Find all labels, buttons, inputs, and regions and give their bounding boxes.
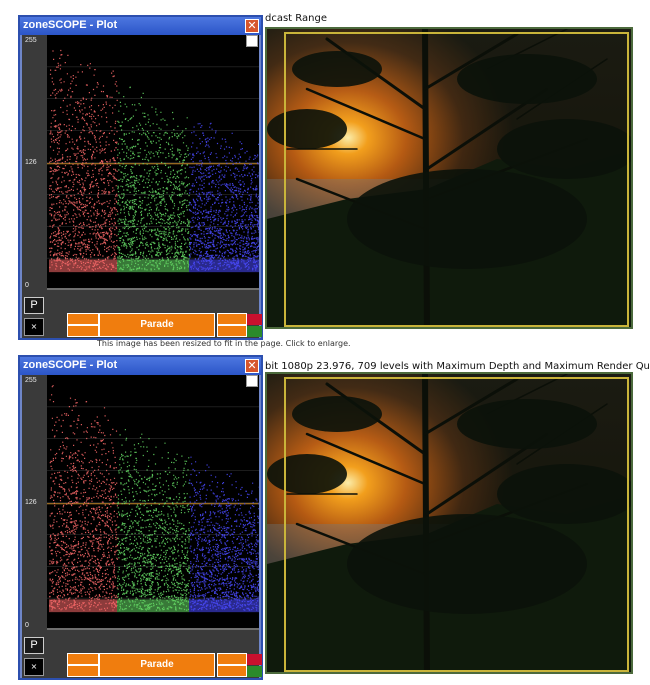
title-bar[interactable]: zoneSCOPE - Plot ✕ [20,17,261,35]
scope-corner-box[interactable] [246,35,258,47]
tick-label-255: 255 [25,37,37,44]
caption-middle: bit 1080p 23.976, 709 levels with Maximu… [265,361,650,372]
x-button[interactable]: × [24,318,44,336]
x-button[interactable]: × [24,658,44,676]
parade-button[interactable]: Parade [99,653,215,677]
scope-body: 255 126 0 P × Parade [22,375,262,678]
right-orange-bar-top[interactable] [217,313,247,325]
parade-waveform-graphic [47,49,259,290]
left-orange-bar-bottom[interactable] [67,665,99,677]
parade-waveform-graphic [47,385,259,630]
tick-label-255: 255 [25,377,37,384]
left-orange-bar-top[interactable] [67,653,99,665]
p-button[interactable]: P [24,637,44,654]
sunset-tree-photo-2[interactable] [265,372,633,674]
tick-label-0: 0 [25,622,29,629]
window-title: zoneSCOPE - Plot [23,359,118,371]
zonescope-window-2: zoneSCOPE - Plot ✕ 255 126 0 P × Parade [18,355,263,680]
title-bar[interactable]: zoneSCOPE - Plot ✕ [20,357,261,375]
window-title: zoneSCOPE - Plot [23,19,118,31]
caption-top: dcast Range [265,13,327,24]
left-orange-bar-top[interactable] [67,313,99,325]
parade-button[interactable]: Parade [99,313,215,337]
right-orange-bar-bottom[interactable] [217,665,247,677]
image-frame [284,32,629,327]
p-button[interactable]: P [24,297,44,314]
green-channel-toggle[interactable] [247,326,262,337]
scope-corner-box[interactable] [246,375,258,387]
green-channel-toggle[interactable] [247,666,262,677]
right-orange-bar-top[interactable] [217,653,247,665]
image-frame [284,377,629,672]
left-orange-bar-bottom[interactable] [67,325,99,337]
red-channel-toggle[interactable] [247,654,262,665]
caption-resize-note[interactable]: This image has been resized to fit in th… [97,339,351,348]
close-button[interactable]: ✕ [245,359,259,373]
parade-waveform [47,375,259,630]
red-channel-toggle[interactable] [247,314,262,325]
close-button[interactable]: ✕ [245,19,259,33]
tick-label-126: 126 [25,499,37,506]
zonescope-window-1: zoneSCOPE - Plot ✕ 255 126 0 P × Parade [18,15,263,340]
sunset-tree-photo-1[interactable] [265,27,633,329]
tick-label-0: 0 [25,282,29,289]
tick-label-126: 126 [25,159,37,166]
parade-waveform [47,35,259,290]
scope-body: 255 126 0 P × Parade [22,35,262,338]
right-orange-bar-bottom[interactable] [217,325,247,337]
